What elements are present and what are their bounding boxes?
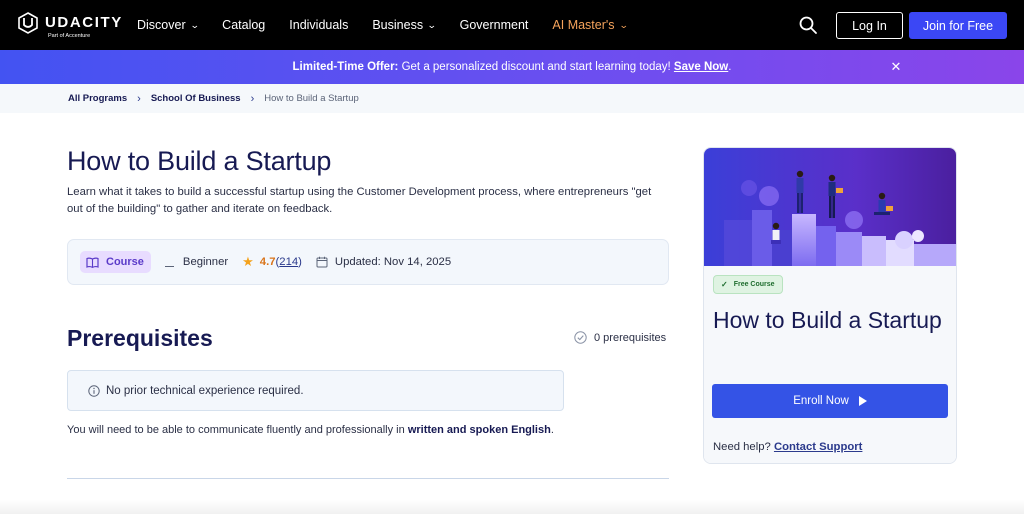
nav-link-label: AI Master's xyxy=(552,18,615,32)
login-button[interactable]: Log In xyxy=(836,12,903,39)
save-now-link[interactable]: Save Now xyxy=(674,61,728,73)
nav-link-business[interactable]: Business ⌄ xyxy=(372,18,437,32)
course-meta-bar: Course Beginner ★ 4.7 (214) Updated: Nov… xyxy=(67,239,669,285)
breadcrumb-school-of-business[interactable]: School Of Business xyxy=(151,93,241,104)
prerequisites-count: 0 prerequisites xyxy=(574,331,666,344)
english-text: You will need to be able to communicate … xyxy=(67,424,408,436)
english-requirement: You will need to be able to communicate … xyxy=(67,424,554,436)
english-trail: . xyxy=(550,424,554,436)
rating-value: 4.7 xyxy=(259,256,276,268)
chevron-down-icon: ⌄ xyxy=(618,19,629,30)
rating-close-paren: ) xyxy=(298,256,302,268)
breadcrumb-all-programs[interactable]: All Programs xyxy=(68,93,127,104)
nav-link-label: Government xyxy=(459,18,529,32)
course-updated: Updated: Nov 14, 2025 xyxy=(316,256,451,268)
udacity-logo-icon xyxy=(18,12,38,34)
updated-label: Updated: Nov 14, 2025 xyxy=(334,256,452,268)
nav-link-catalog[interactable]: Catalog xyxy=(222,18,265,32)
check-icon: ✓ xyxy=(721,280,728,289)
promo-trail: . xyxy=(728,61,732,73)
section-divider xyxy=(67,478,669,479)
nav-link-discover[interactable]: Discover ⌄ xyxy=(137,18,200,32)
play-icon xyxy=(858,396,867,406)
english-bold: written and spoken English xyxy=(407,424,551,436)
join-for-free-button[interactable]: Join for Free xyxy=(909,12,1007,39)
star-icon: ★ xyxy=(242,254,254,269)
chevron-down-icon: ⌄ xyxy=(189,19,200,30)
book-icon xyxy=(86,257,99,268)
course-description: Learn what it takes to build a successfu… xyxy=(67,186,652,215)
info-icon xyxy=(88,384,100,397)
promo-text: Get a personalized discount and start le… xyxy=(398,61,674,73)
nav-link-label: Individuals xyxy=(289,18,349,32)
nav-link-label: Business xyxy=(372,18,424,32)
brand-name: UDACITY xyxy=(45,14,123,31)
bottom-shade xyxy=(0,500,1024,514)
search-icon[interactable] xyxy=(798,15,818,35)
nav-link-ai-masters[interactable]: AI Master's ⌄ xyxy=(552,18,629,32)
nav-link-label: Catalog xyxy=(222,18,266,32)
help-prefix: Need help? xyxy=(713,441,774,453)
chevron-right-icon: › xyxy=(137,92,141,105)
nav-link-individuals[interactable]: Individuals xyxy=(289,18,348,32)
enroll-card: ✓ Free Course How to Build a Startup Enr… xyxy=(703,147,957,464)
prerequisite-note-text: No prior technical experience required. xyxy=(106,384,304,397)
prerequisite-note: No prior technical experience required. xyxy=(67,370,564,411)
enroll-now-button[interactable]: Enroll Now xyxy=(712,384,948,418)
rating-count-link[interactable]: 214 xyxy=(279,256,298,268)
course-level: Beginner xyxy=(164,256,229,268)
top-nav: UDACITY Part of Accenture Discover ⌄ Cata… xyxy=(0,0,1024,50)
breadcrumb-current: How to Build a Startup xyxy=(264,93,359,104)
help-text: Need help? Contact Support xyxy=(713,441,862,453)
brand-subtitle: Part of Accenture xyxy=(48,33,91,39)
nav-link-label: Discover xyxy=(137,18,186,32)
course-level-label: Beginner xyxy=(182,256,229,268)
prerequisites-count-label: 0 prerequisites xyxy=(594,331,667,344)
free-course-label: Free Course xyxy=(733,281,775,288)
close-icon[interactable]: ✕ xyxy=(889,60,903,74)
chevron-right-icon: › xyxy=(250,92,255,105)
free-course-badge: ✓ Free Course xyxy=(713,275,783,294)
enroll-card-body: ✓ Free Course How to Build a Startup xyxy=(704,266,956,463)
promo-banner: Limited-Time Offer: Get a personalized d… xyxy=(0,50,1024,84)
card-title: How to Build a Startup xyxy=(713,307,942,333)
breadcrumb: All Programs › School Of Business › How … xyxy=(0,84,1024,113)
chevron-down-icon: ⌄ xyxy=(426,19,437,30)
contact-support-link[interactable]: Contact Support xyxy=(774,441,862,453)
enroll-now-label: Enroll Now xyxy=(793,395,849,407)
check-circle-icon xyxy=(574,331,587,344)
course-rating: ★ 4.7 (214) xyxy=(242,254,302,270)
course-type-label: Course xyxy=(106,256,144,268)
calendar-icon xyxy=(316,256,328,268)
course-hero-image xyxy=(704,148,956,266)
prerequisites-heading: Prerequisites xyxy=(67,325,213,351)
course-type-badge: Course xyxy=(80,251,151,273)
nav-link-government[interactable]: Government xyxy=(460,18,529,32)
level-icon xyxy=(164,257,175,267)
udacity-logo[interactable]: UDACITY Part of Accenture xyxy=(18,12,123,40)
nav-links: Discover ⌄ Catalog Individuals Business ⌄ … xyxy=(137,0,651,50)
promo-lead: Limited-Time Offer: xyxy=(292,61,399,73)
page-title: How to Build a Startup xyxy=(67,146,332,176)
